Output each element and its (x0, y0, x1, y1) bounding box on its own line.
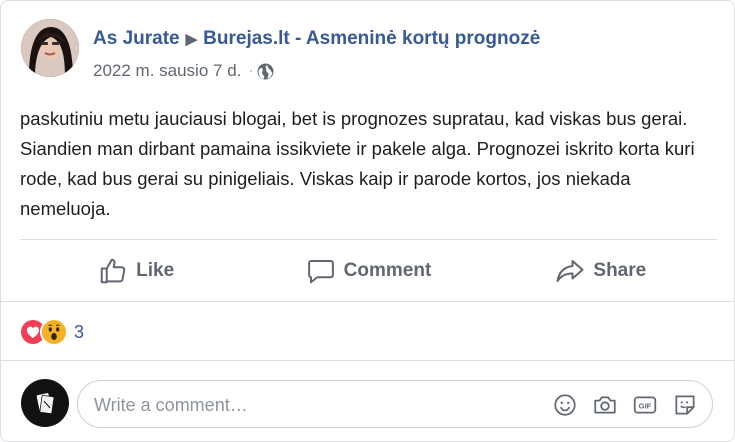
divider (20, 239, 717, 240)
comment-tools: GIF (552, 392, 698, 418)
post-date[interactable]: 2022 m. sausio 7 d. (93, 61, 241, 81)
gif-icon[interactable]: GIF (632, 392, 658, 418)
page-name[interactable]: Burejas.lt - Asmeninė kortų prognozė (203, 28, 540, 49)
author-avatar[interactable] (21, 19, 79, 77)
thumbs-up-icon (100, 258, 126, 284)
user-avatar[interactable] (21, 379, 69, 427)
emoji-icon[interactable] (552, 392, 578, 418)
post-meta: 2022 m. sausio 7 d. · (93, 61, 274, 81)
comment-input[interactable] (92, 392, 526, 418)
author-name[interactable]: As Jurate (93, 28, 180, 49)
sticker-icon[interactable] (672, 392, 698, 418)
share-label: Share (593, 260, 647, 281)
post-header: As Jurate ▶ Burejas.lt - Asmeninė kortų pr… (21, 19, 721, 81)
speech-bubble-icon (307, 260, 334, 284)
divider (1, 360, 734, 361)
svg-text:GIF: GIF (639, 402, 652, 411)
comment-box: GIF (77, 380, 713, 428)
comment-button[interactable]: Comment (252, 241, 484, 301)
like-label: Like (136, 260, 175, 281)
post-card: As Jurate ▶ Burejas.lt - Asmeninė kortų pr… (0, 0, 735, 442)
divider (1, 301, 734, 302)
meta-separator: · (249, 65, 254, 77)
author-line: As Jurate ▶ Burejas.lt - Asmeninė kortų pr… (93, 28, 540, 50)
post-actions: Like Comment Share (20, 241, 717, 301)
globe-icon[interactable] (257, 63, 274, 80)
arrow-right-icon: ▶ (185, 31, 198, 48)
comment-label: Comment (343, 260, 432, 281)
like-button[interactable]: Like (20, 241, 252, 301)
share-button[interactable]: Share (485, 241, 717, 301)
share-arrow-icon (556, 260, 584, 282)
post-text: paskutiniu metu jauciausi blogai, bet is… (20, 108, 695, 219)
wow-reaction-icon (40, 318, 68, 346)
camera-icon[interactable] (592, 392, 618, 418)
reactions-summary[interactable]: 3 (19, 318, 85, 346)
reaction-count: 3 (74, 321, 85, 342)
comment-composer: GIF (21, 379, 721, 431)
